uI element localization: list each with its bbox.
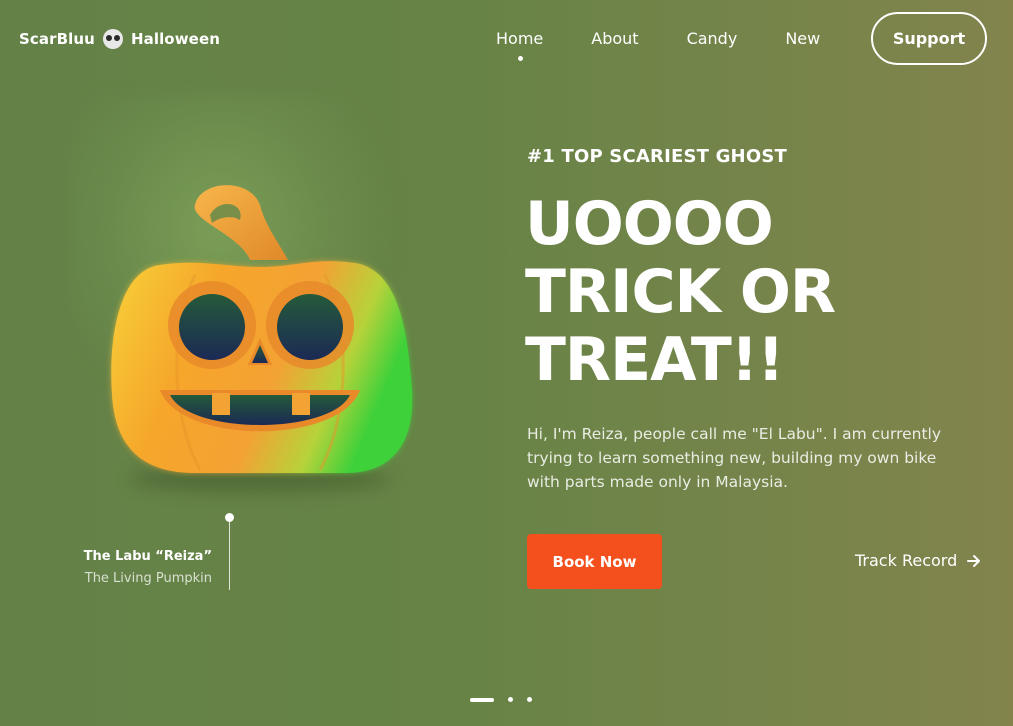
pager-dot-1-active[interactable] [470, 697, 494, 702]
jack-o-lantern-pumpkin-icon [111, 185, 413, 473]
headline-line-3: TREAT!! [525, 325, 785, 395]
character-name: The Labu “Reiza” [83, 549, 212, 564]
book-now-button[interactable]: Book Now [527, 534, 662, 589]
track-record-link[interactable]: Track Record [855, 551, 981, 570]
main-nav: Home About Candy New [496, 29, 820, 61]
hero-headline: UOOOO TRICK OR TREAT!! [525, 190, 925, 394]
pager-dot-3[interactable] [527, 697, 532, 702]
nav-item-new[interactable]: New [785, 29, 820, 48]
brand-suffix: Halloween [130, 30, 221, 48]
active-indicator [517, 56, 523, 61]
nav-item-home[interactable]: Home [496, 29, 544, 61]
character-subtitle: The Living Pumpkin [84, 571, 212, 586]
caption-line [229, 520, 230, 590]
hero-tagline: #1 TOP SCARIEST GHOST [527, 146, 787, 167]
nav-item-about[interactable]: About [591, 29, 638, 48]
nav-new-label: New [785, 29, 821, 48]
arrow-right-icon [967, 554, 981, 567]
headline-line-1: UOOOO [525, 189, 774, 259]
track-record-label: Track Record [855, 551, 958, 570]
nav-home-label: Home [496, 29, 544, 48]
nav-about-label: About [591, 29, 639, 48]
hero-description: Hi, I'm Reiza, people call me "El Labu".… [527, 425, 942, 491]
headline-line-2: TRICK OR [525, 257, 836, 327]
pager-dot-2[interactable] [508, 697, 513, 702]
support-button[interactable]: Support [871, 12, 987, 65]
nav-candy-label: Candy [686, 29, 738, 48]
brand-logo[interactable]: ScarBluu Halloween [19, 29, 220, 49]
slide-pager [470, 697, 532, 702]
skull-icon [102, 29, 123, 49]
brand-name: ScarBluu [19, 30, 95, 48]
nav-item-candy[interactable]: Candy [687, 29, 738, 48]
